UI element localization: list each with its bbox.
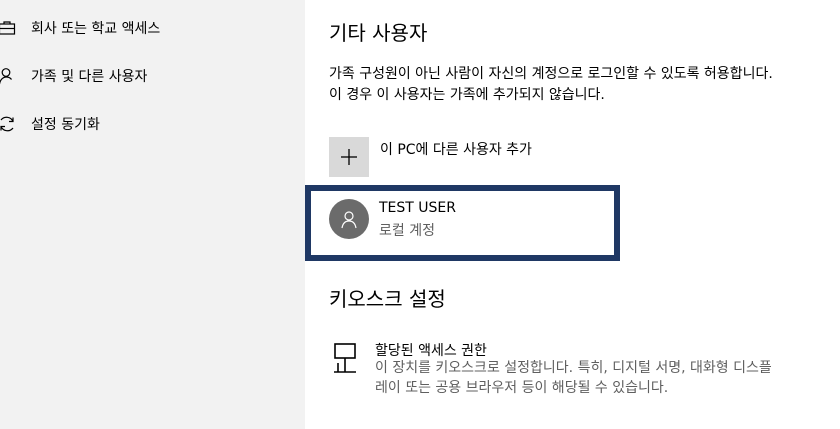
sidebar-item-work-school-access[interactable]: 회사 또는 학교 액세스 <box>0 16 160 40</box>
user-account-type: 로컬 계정 <box>379 223 435 239</box>
sidebar-item-label: 설정 동기화 <box>31 117 100 133</box>
kiosk-icon <box>332 341 360 377</box>
user-avatar-icon <box>341 211 357 229</box>
assigned-access-link[interactable]: 할당된 액세스 권한 <box>375 340 487 360</box>
sidebar-item-family-other-users[interactable]: 가족 및 다른 사용자 <box>0 64 147 88</box>
sync-icon <box>0 114 20 134</box>
sidebar-item-label: 회사 또는 학교 액세스 <box>31 21 161 37</box>
user-name: TEST USER <box>379 200 456 216</box>
avatar <box>329 199 369 239</box>
sidebar-item-label: 가족 및 다른 사용자 <box>31 69 148 85</box>
sidebar-item-sync-settings[interactable]: 설정 동기화 <box>0 112 100 136</box>
settings-window: 회사 또는 학교 액세스 가족 및 다른 사용자 설정 동기화 기타 사용자 가… <box>0 0 840 429</box>
add-user-button[interactable]: 이 PC에 다른 사용자 추가 <box>329 137 532 177</box>
plus-icon <box>341 149 357 165</box>
main-content: 기타 사용자 가족 구성원이 아닌 사람이 자신의 계정으로 로그인할 수 있도… <box>305 0 840 429</box>
section-title-kiosk: 키오스크 설정 <box>329 287 446 311</box>
add-user-label: 이 PC에 다른 사용자 추가 <box>380 142 532 158</box>
briefcase-icon <box>0 18 20 38</box>
sidebar: 회사 또는 학교 액세스 가족 및 다른 사용자 설정 동기화 <box>0 0 305 429</box>
add-user-tile[interactable] <box>329 137 369 177</box>
other-users-description: 가족 구성원이 아닌 사람이 자신의 계정으로 로그인할 수 있도록 허용합니다… <box>329 66 773 103</box>
section-title-other-users: 기타 사용자 <box>329 21 428 45</box>
user-list-item-test-user[interactable]: TEST USER 로컬 계정 <box>305 185 620 261</box>
person-icon <box>0 66 20 86</box>
assigned-access-description: 이 장치를 키오스크로 설정합니다. 특히, 디지털 서명, 대화형 디스플레이… <box>375 360 772 396</box>
